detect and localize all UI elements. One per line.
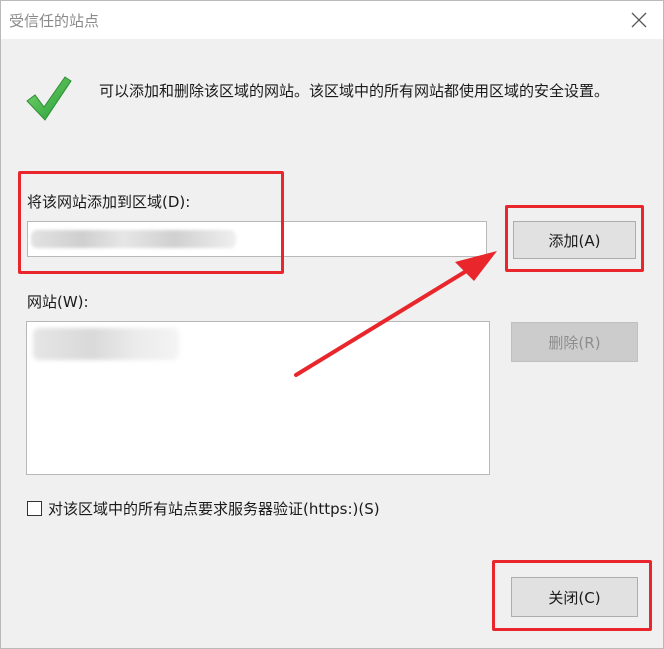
- sites-list[interactable]: [26, 321, 490, 475]
- remove-button[interactable]: 删除(R): [511, 322, 638, 362]
- https-checkbox-label: 对该区域中的所有站点要求服务器验证(https:)(S): [48, 500, 380, 518]
- redacted-site-entry[interactable]: [33, 328, 179, 360]
- checkbox-box[interactable]: [27, 501, 42, 516]
- annotation-box-add-field: [18, 171, 284, 274]
- trusted-sites-dialog: 受信任的站点 可以添加和删除该区域的网站。该区域中的所有网站都使用区域的安全设置…: [0, 0, 664, 649]
- title-bar: 受信任的站点: [1, 1, 663, 39]
- close-icon[interactable]: [622, 5, 656, 35]
- annotation-box-close-button: [492, 560, 652, 631]
- https-requirement-checkbox[interactable]: 对该区域中的所有站点要求服务器验证(https:)(S): [27, 498, 380, 519]
- annotation-box-add-button: [505, 205, 644, 272]
- zone-description: 可以添加和删除该区域的网站。该区域中的所有网站都使用区域的安全设置。: [99, 82, 610, 100]
- dialog-title: 受信任的站点: [9, 12, 100, 30]
- sites-label: 网站(W):: [27, 293, 89, 311]
- green-checkmark-icon: [26, 76, 72, 121]
